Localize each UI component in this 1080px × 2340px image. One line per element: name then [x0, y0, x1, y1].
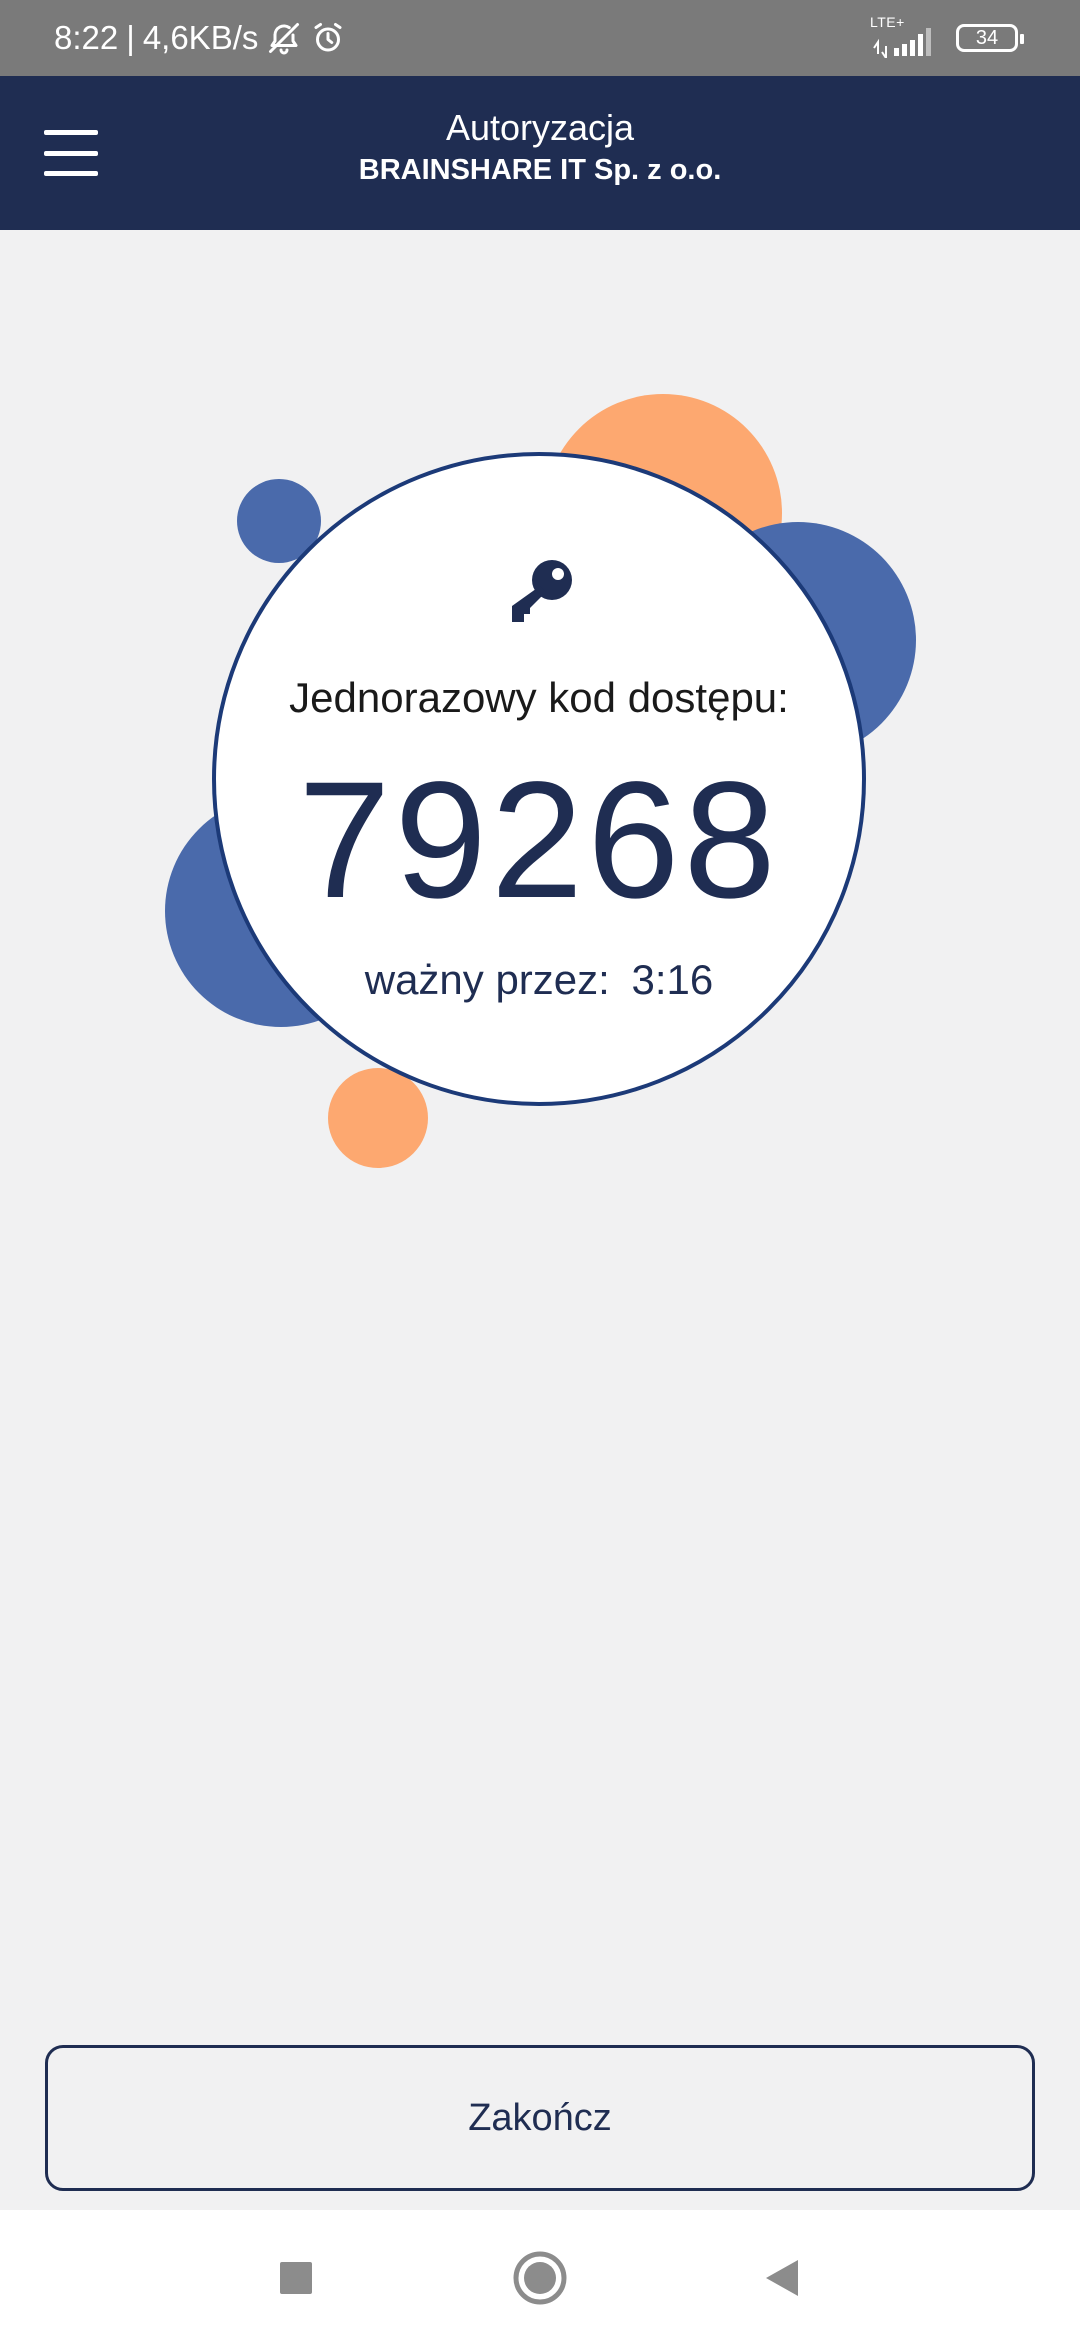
key-icon: [506, 556, 576, 626]
menu-button[interactable]: [44, 130, 98, 176]
code-label: Jednorazowy kod dostępu:: [289, 674, 789, 721]
hamburger-line: [44, 171, 98, 176]
back-icon[interactable]: [754, 2250, 810, 2306]
battery-level: 34: [975, 26, 999, 49]
status-net-speed: 4,6KB/s: [142, 19, 259, 56]
access-code: 79268: [298, 748, 780, 933]
header-titles: Autoryzacja BRAINSHARE IT Sp. z o.o.: [140, 106, 940, 190]
decor-circle-orange-small: [328, 1068, 428, 1168]
page-title: Autoryzacja: [445, 107, 635, 148]
validity-label: ważny przez:: [364, 956, 622, 1003]
signal-icon: LTE+: [870, 14, 942, 62]
status-time: 8:22: [54, 19, 119, 56]
status-bar: 8:22 | 4,6KB/s LTE+ 34: [0, 0, 1080, 76]
bell-off-icon: [266, 20, 302, 56]
finish-button[interactable]: Zakończ: [45, 2045, 1035, 2191]
company-name: BRAINSHARE IT Sp. z o.o.: [358, 154, 722, 186]
hamburger-line: [44, 130, 98, 135]
alarm-icon: [310, 20, 346, 56]
code-card: Jednorazowy kod dostępu: 79268 ważny prz…: [212, 452, 866, 1106]
home-icon[interactable]: [512, 2250, 568, 2306]
navigation-bar: [0, 2210, 1080, 2340]
app-header: Autoryzacja BRAINSHARE IT Sp. z o.o.: [0, 76, 1080, 230]
status-left: 8:22 | 4,6KB/s: [54, 0, 346, 76]
hamburger-line: [44, 150, 98, 156]
battery-icon: 34: [956, 24, 1024, 52]
status-right: LTE+ 34: [870, 0, 1024, 76]
recents-icon[interactable]: [268, 2250, 324, 2306]
validity-time: 3:16: [631, 956, 714, 1003]
network-type-label: LTE+: [870, 14, 905, 30]
finish-button-label: Zakończ: [468, 2096, 612, 2139]
code-validity: ważny przez: 3:16: [216, 956, 862, 1004]
status-separator: |: [126, 19, 135, 56]
